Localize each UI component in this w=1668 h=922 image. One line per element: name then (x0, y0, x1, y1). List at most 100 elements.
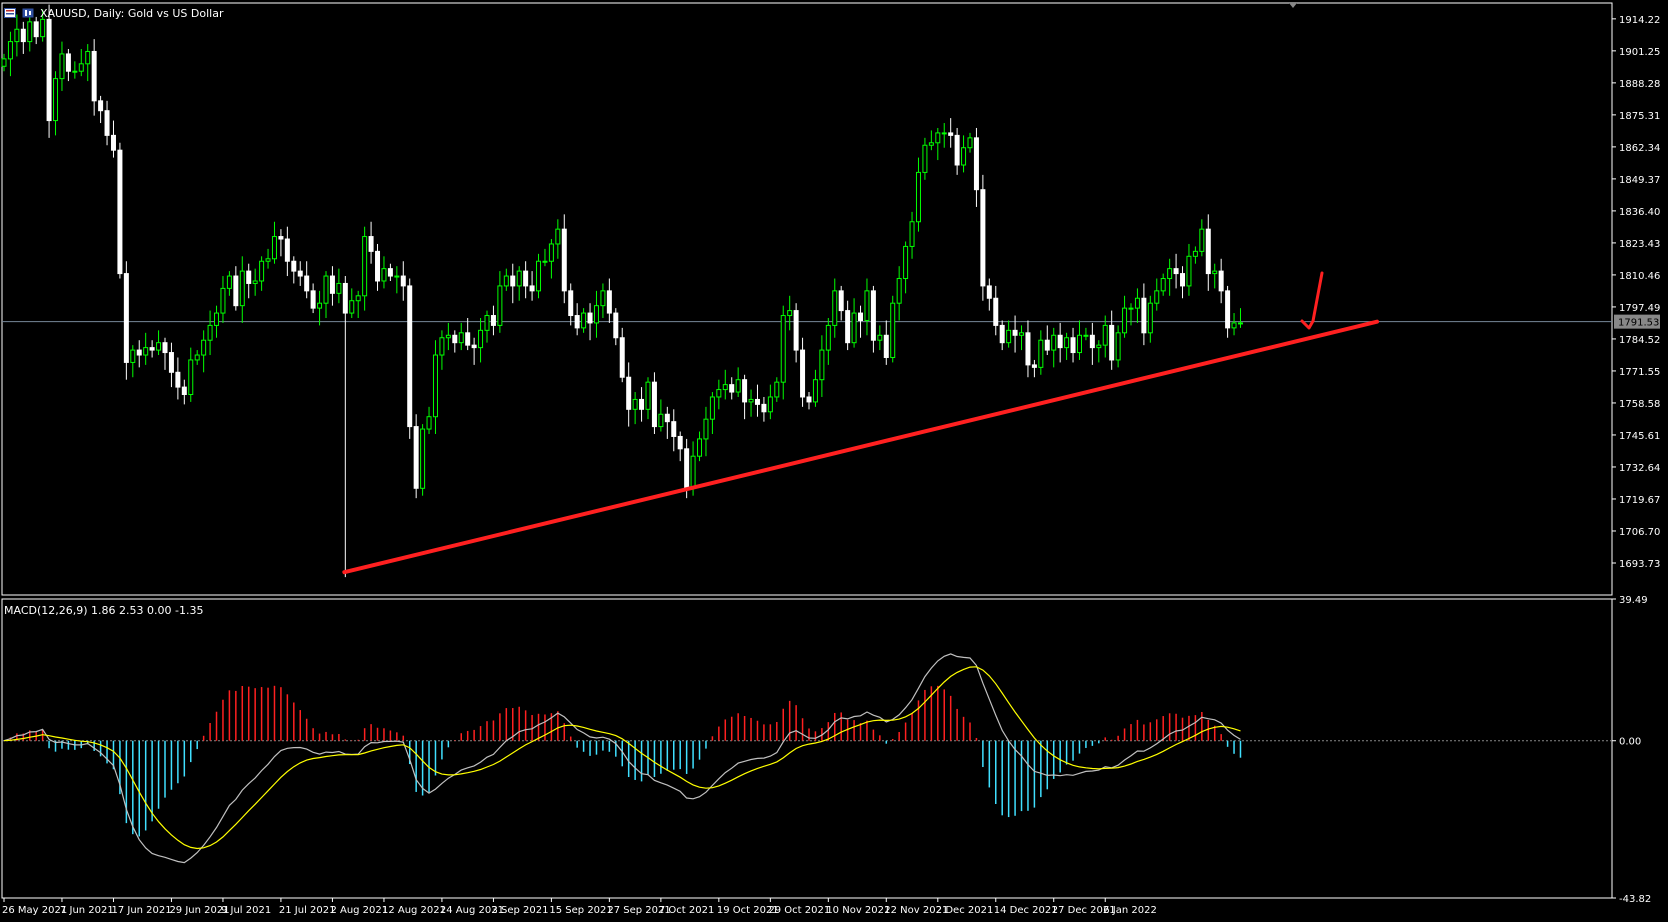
bull-candle[interactable] (780, 315, 786, 383)
bull-candle[interactable] (1134, 297, 1140, 309)
bull-candle[interactable] (812, 379, 818, 403)
bear-candle[interactable] (1225, 290, 1231, 329)
bull-candle[interactable] (323, 275, 329, 304)
bear-candle[interactable] (490, 315, 496, 326)
bull-candle[interactable] (349, 300, 355, 314)
bear-candle[interactable] (110, 134, 116, 151)
bear-candle[interactable] (1089, 334, 1095, 349)
bear-candle[interactable] (626, 376, 632, 410)
bear-candle[interactable] (387, 268, 393, 277)
bull-candle[interactable] (581, 312, 587, 329)
bull-candle[interactable] (1154, 290, 1160, 304)
bull-candle[interactable] (497, 285, 503, 326)
bear-candle[interactable] (664, 413, 670, 423)
bear-candle[interactable] (729, 384, 735, 393)
bear-candle[interactable] (619, 337, 625, 378)
bear-candle[interactable] (329, 275, 335, 294)
bull-candle[interactable] (394, 275, 400, 278)
bull-candle[interactable] (130, 349, 136, 363)
bull-candle[interactable] (1186, 255, 1192, 287)
bull-candle[interactable] (503, 275, 509, 287)
bull-candle[interactable] (362, 236, 368, 297)
bear-candle[interactable] (368, 236, 374, 252)
bull-candle[interactable] (336, 282, 342, 294)
bear-candle[interactable] (465, 332, 471, 346)
bull-candle[interactable] (1102, 324, 1108, 346)
bear-candle[interactable] (574, 315, 580, 329)
bull-candle[interactable] (516, 270, 522, 287)
bull-candle[interactable] (961, 147, 967, 166)
bull-candle[interactable] (458, 332, 464, 344)
bear-candle[interactable] (175, 371, 181, 388)
bear-candle[interactable] (948, 132, 954, 136)
bear-candle[interactable] (91, 50, 97, 102)
bear-candle[interactable] (1205, 228, 1211, 275)
bull-candle[interactable] (207, 324, 213, 341)
bull-candle[interactable] (864, 290, 870, 321)
bear-candle[interactable] (1109, 324, 1115, 361)
bull-candle[interactable] (1115, 332, 1121, 361)
bull-candle[interactable] (735, 379, 741, 393)
bear-candle[interactable] (20, 28, 26, 43)
bull-candle[interactable] (40, 18, 46, 38)
bull-candle[interactable] (1, 58, 7, 67)
bear-candle[interactable] (233, 275, 239, 307)
bull-candle[interactable] (1231, 322, 1237, 329)
bear-candle[interactable] (1012, 329, 1018, 336)
bull-candle[interactable] (220, 287, 226, 314)
bull-candle[interactable] (53, 78, 59, 122)
bull-candle[interactable] (922, 144, 928, 173)
bull-candle[interactable] (774, 381, 780, 398)
bull-candle[interactable] (697, 438, 703, 457)
bear-candle[interactable] (845, 310, 851, 344)
bull-candle[interactable] (941, 132, 947, 135)
bear-candle[interactable] (98, 100, 104, 112)
bull-candle[interactable] (1237, 322, 1243, 325)
symbol-chart-icon[interactable] (22, 8, 34, 18)
price-chart[interactable]: 1914.22 1901.25 1888.28 1875.31 1862.34 1849.… (0, 0, 1668, 918)
bear-candle[interactable] (1173, 268, 1179, 275)
bear-candle[interactable] (980, 189, 986, 287)
bull-candle[interactable] (825, 324, 831, 351)
bear-candle[interactable] (671, 421, 677, 437)
bull-candle[interactable] (928, 142, 934, 146)
bull-candle[interactable] (156, 342, 162, 351)
bear-candle[interactable] (568, 290, 574, 317)
bull-candle[interactable] (1122, 307, 1128, 334)
bull-candle[interactable] (536, 260, 542, 292)
bull-candle[interactable] (1076, 334, 1082, 354)
bull-candle[interactable] (542, 260, 548, 263)
bull-candle[interactable] (1064, 337, 1070, 349)
bear-candle[interactable] (278, 236, 284, 240)
bull-candle[interactable] (420, 428, 426, 489)
bull-candle[interactable] (201, 339, 207, 356)
bear-candle[interactable] (149, 347, 155, 351)
bear-candle[interactable] (677, 435, 683, 450)
bounce-check-mark[interactable] (1300, 271, 1324, 330)
bull-candle[interactable] (439, 337, 445, 356)
bull-candle[interactable] (381, 268, 387, 282)
bear-candle[interactable] (297, 270, 303, 277)
bear-candle[interactable] (1031, 364, 1037, 368)
bull-candle[interactable] (909, 221, 915, 247)
bull-candle[interactable] (271, 236, 277, 260)
bear-candle[interactable] (639, 398, 645, 410)
bear-candle[interactable] (800, 349, 806, 398)
bear-candle[interactable] (523, 270, 529, 287)
bull-candle[interactable] (832, 290, 838, 326)
bear-candle[interactable] (858, 312, 864, 321)
bull-candle[interactable] (1083, 334, 1089, 337)
bear-candle[interactable] (471, 344, 477, 349)
bear-candle[interactable] (793, 310, 799, 351)
bear-candle[interactable] (870, 290, 876, 341)
bull-candle[interactable] (877, 334, 883, 341)
bear-candle[interactable] (246, 270, 252, 284)
bear-candle[interactable] (407, 285, 413, 428)
bear-candle[interactable] (291, 260, 297, 272)
bull-candle[interactable] (355, 295, 361, 302)
bull-candle[interactable] (1147, 302, 1153, 334)
bull-candle[interactable] (259, 260, 265, 282)
bear-candle[interactable] (587, 312, 593, 324)
bull-candle[interactable] (600, 290, 606, 307)
bull-candle[interactable] (1160, 278, 1166, 292)
